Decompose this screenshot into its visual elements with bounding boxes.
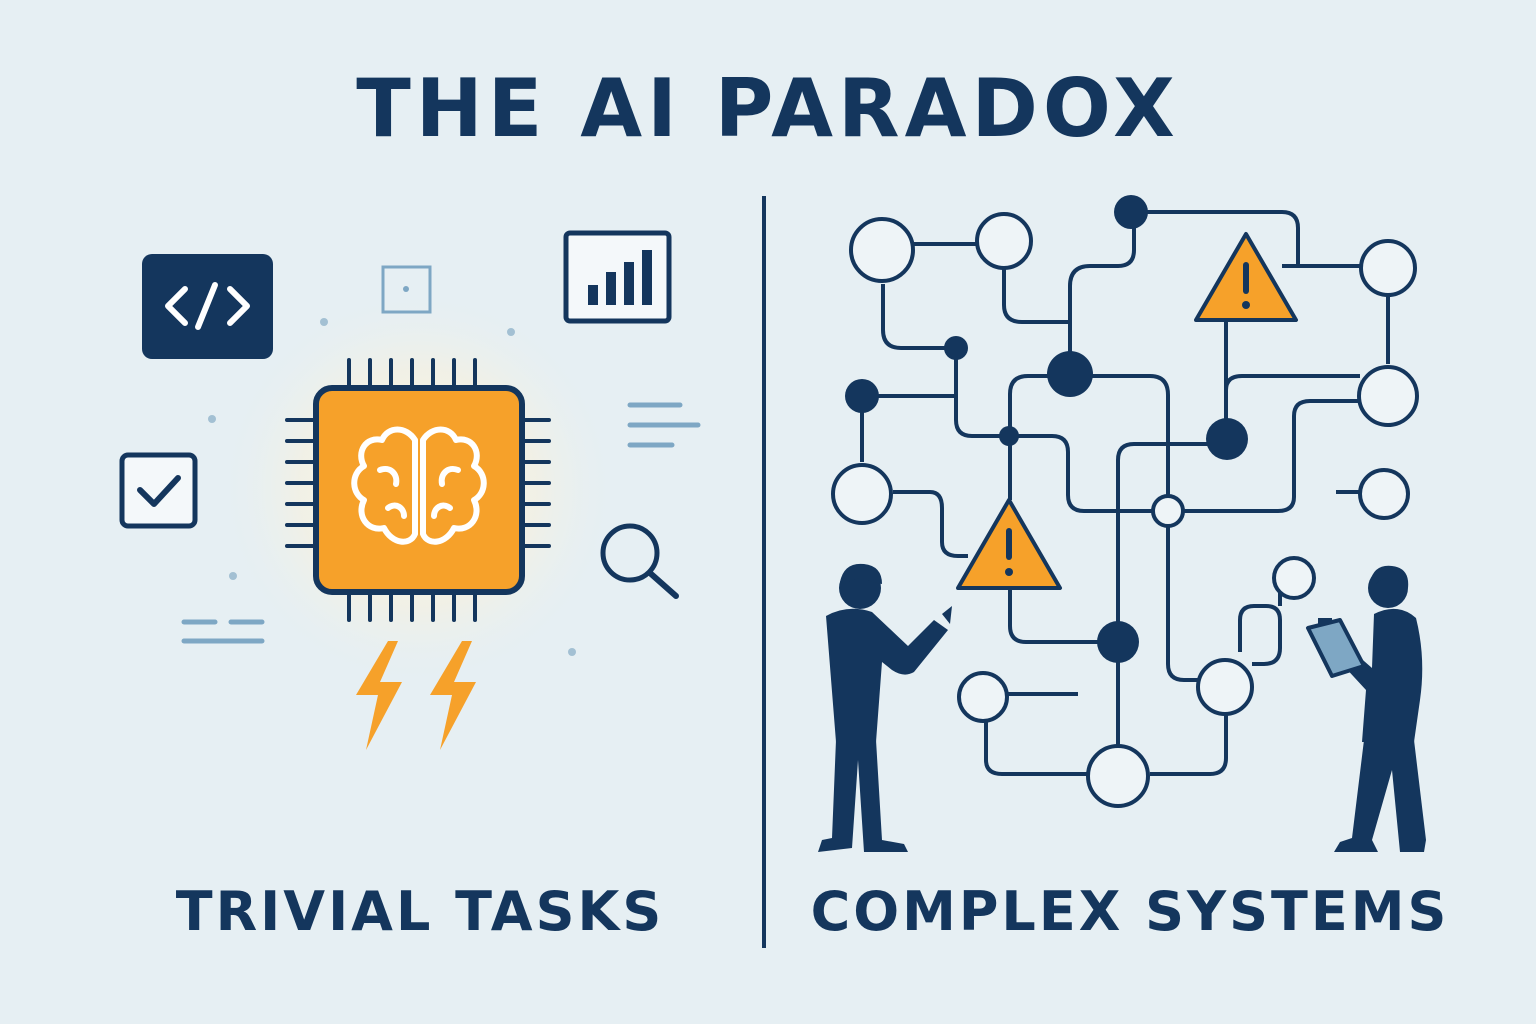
bar-chart-icon [563, 230, 672, 324]
code-icon [142, 254, 273, 359]
person-icon [818, 563, 952, 852]
warning-icon [1194, 232, 1298, 322]
person-icon [1334, 565, 1426, 852]
illustration [119, 195, 1426, 852]
clipboard-icon [1306, 618, 1366, 678]
search-icon [600, 523, 679, 599]
checkbox-icon [119, 452, 198, 529]
network-diagram [831, 195, 1419, 808]
warning-icon [956, 498, 1062, 590]
left-panel [119, 230, 701, 750]
